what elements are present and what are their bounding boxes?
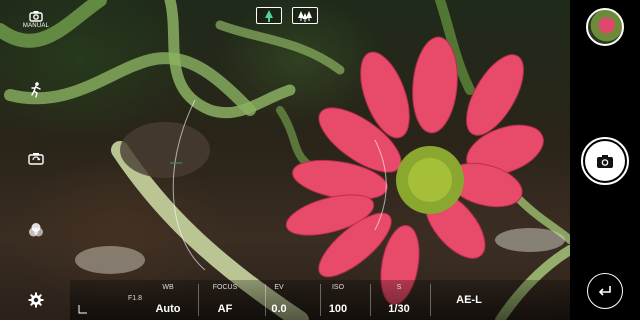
iso-label: ISO [331, 284, 345, 291]
focus-control[interactable]: FOCUS AF [205, 280, 245, 320]
forest-icon [298, 10, 312, 22]
wb-value: Auto [155, 303, 181, 315]
iso-value: 100 [328, 303, 348, 315]
camera-viewfinder[interactable] [0, 0, 570, 320]
filter-button[interactable] [22, 222, 50, 238]
manual-mode-button[interactable]: MANUAL [22, 10, 50, 29]
shutter-value: 1/30 [388, 303, 410, 315]
ev-label: EV [274, 284, 284, 291]
shutter-speed-control[interactable]: S 1/30 [370, 280, 428, 320]
shutter-label: S [396, 284, 402, 291]
back-button[interactable] [587, 273, 623, 309]
runner-icon [31, 82, 41, 98]
manual-label: MANUAL [22, 23, 50, 29]
manual-controls-bar: F1.8 WB Auto FOCUS AF EV 0.0 ISO 100 S 1… [70, 280, 570, 320]
ae-lock-button[interactable]: AE-L [445, 280, 493, 320]
aperture-display: F1.8 [122, 280, 148, 320]
iso-control[interactable]: ISO 100 [320, 280, 356, 320]
filter-circles-icon [29, 223, 43, 237]
aperture-value: F1.8 [127, 295, 142, 302]
ev-value: 0.0 [271, 303, 287, 315]
right-control-rail [570, 0, 640, 320]
wb-label: WB [162, 284, 174, 291]
flip-camera-button[interactable] [22, 152, 50, 166]
divider [198, 284, 199, 316]
shutter-button[interactable] [581, 137, 629, 185]
histogram-icon [78, 305, 87, 314]
settings-button[interactable] [22, 292, 50, 308]
forest-toggle[interactable] [292, 7, 318, 24]
single-tree-toggle[interactable] [256, 7, 282, 24]
ae-lock-label: AE-L [456, 294, 482, 306]
runner-mode-button[interactable] [22, 82, 50, 98]
viewfinder-scene [0, 0, 570, 320]
single-tree-icon [265, 9, 273, 22]
flip-camera-icon [28, 153, 44, 165]
gallery-thumbnail[interactable] [586, 8, 624, 46]
scene-mode-toggles [256, 7, 318, 24]
focus-value: AF [217, 303, 233, 315]
settings-gear-icon [28, 292, 44, 308]
camera-mode-icon [29, 11, 43, 22]
back-icon [598, 286, 611, 296]
camera-shutter-icon [597, 154, 613, 168]
ev-control[interactable]: EV 0.0 [265, 280, 293, 320]
divider [430, 284, 431, 316]
white-balance-control[interactable]: WB Auto [148, 280, 188, 320]
focus-label: FOCUS [212, 284, 238, 291]
